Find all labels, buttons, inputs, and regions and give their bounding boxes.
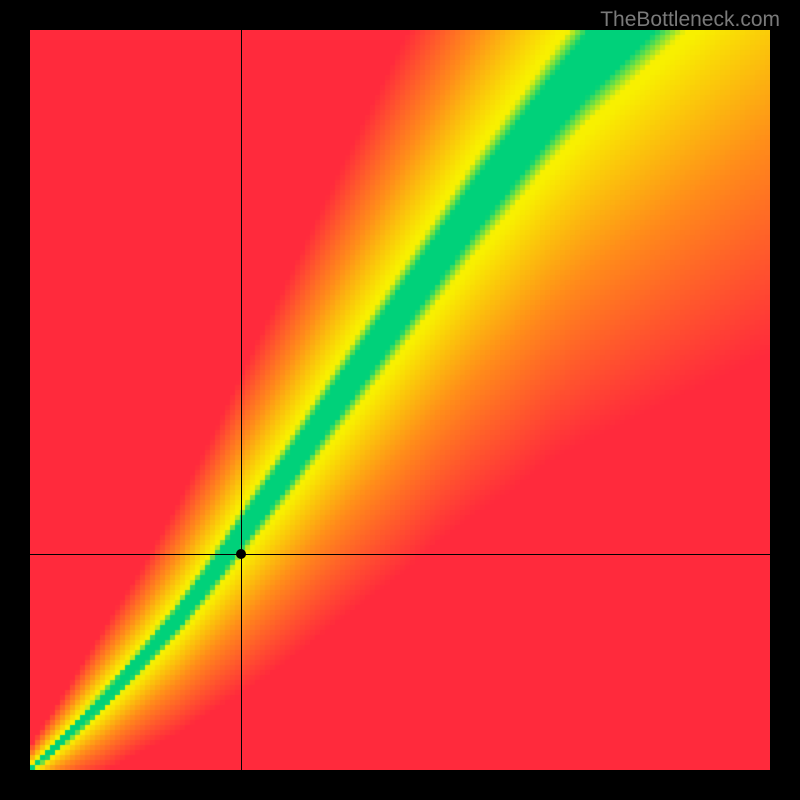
data-point-marker bbox=[236, 549, 246, 559]
heatmap-canvas bbox=[30, 30, 770, 770]
watermark-text: TheBottleneck.com bbox=[600, 8, 780, 32]
crosshair-vertical bbox=[241, 30, 242, 770]
heatmap-plot bbox=[30, 30, 770, 770]
crosshair-horizontal bbox=[30, 554, 770, 555]
